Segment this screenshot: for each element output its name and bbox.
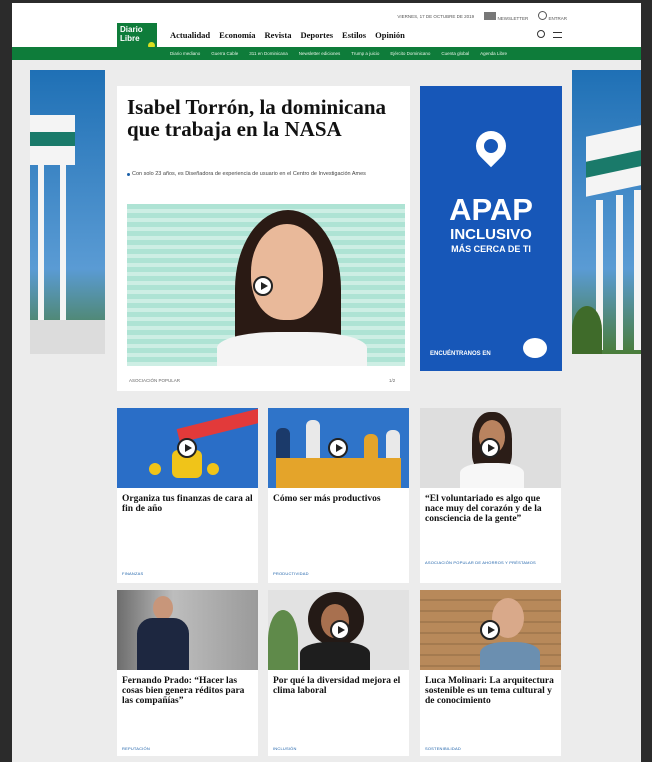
thumb-suit bbox=[137, 618, 189, 670]
card-thumbnail[interactable] bbox=[420, 590, 561, 670]
right-side-banner[interactable] bbox=[572, 70, 641, 354]
nav-item-revista[interactable]: Revista bbox=[265, 30, 292, 40]
hero-photo-face bbox=[251, 224, 323, 320]
card-section[interactable]: PRODUCTIVIDAD bbox=[273, 571, 309, 576]
play-icon[interactable] bbox=[480, 620, 500, 640]
nav-item-economia[interactable]: Economía bbox=[219, 30, 255, 40]
thumb-shirt bbox=[460, 463, 524, 488]
header-date: VIERNES, 17 DE OCTUBRE DE 2019 bbox=[397, 13, 475, 19]
card-title[interactable]: Cómo ser más productivos bbox=[273, 494, 406, 504]
thumb-shirt bbox=[300, 642, 370, 670]
play-icon[interactable] bbox=[480, 438, 500, 458]
login-link[interactable]: ENTRAR bbox=[538, 11, 567, 21]
ad-brand: APAP bbox=[449, 192, 533, 227]
hero-title[interactable]: Isabel Torrón, la dominicana que trabaja… bbox=[127, 96, 407, 140]
trending-bar: Diario mediano Guerra Cable 311 en Domin… bbox=[12, 47, 641, 60]
ad-cta: ENCUÉNTRANOS EN bbox=[430, 351, 491, 357]
card-section[interactable]: REPUTACIÓN bbox=[122, 746, 150, 751]
nav-item-actualidad[interactable]: Actualidad bbox=[170, 30, 210, 40]
card-thumbnail[interactable] bbox=[268, 408, 409, 488]
left-side-banner[interactable] bbox=[30, 70, 105, 354]
play-icon[interactable] bbox=[330, 620, 350, 640]
building-stripe bbox=[30, 132, 75, 146]
card-title[interactable]: “El voluntariado es algo que nace muy de… bbox=[425, 494, 558, 524]
nav-item-opinion[interactable]: Opinión bbox=[375, 30, 405, 40]
newsletter-link[interactable]: NEWSLETTER bbox=[484, 11, 529, 21]
hero-article[interactable]: Isabel Torrón, la dominicana que trabaja… bbox=[117, 86, 410, 391]
ad-line-inclusivo: INCLUSIVO bbox=[450, 226, 532, 243]
trending-item[interactable]: Agenda Libre bbox=[480, 51, 507, 56]
trending-item[interactable]: Newsletter ediciones bbox=[299, 51, 341, 56]
play-icon[interactable] bbox=[177, 438, 197, 458]
newsletter-label: NEWSLETTER bbox=[497, 15, 529, 21]
nav-item-estilos[interactable]: Estilos bbox=[342, 30, 366, 40]
mail-icon bbox=[484, 11, 497, 20]
card-thumbnail[interactable] bbox=[117, 408, 258, 488]
thumb-table bbox=[276, 458, 401, 488]
card-thumbnail[interactable] bbox=[117, 590, 258, 670]
building-base bbox=[30, 320, 105, 354]
thumb-plant bbox=[268, 610, 298, 670]
search-icon[interactable] bbox=[537, 30, 545, 38]
article-card[interactable]: “El voluntariado es algo que nace muy de… bbox=[420, 408, 561, 583]
logo-line1: Diario bbox=[120, 25, 143, 34]
hero-subtitle: Con solo 23 años, es Diseñadora de exper… bbox=[127, 171, 402, 178]
card-section[interactable]: FINANZAS bbox=[122, 571, 143, 576]
trending-item[interactable]: Ejército Dominicano bbox=[390, 51, 430, 56]
waze-icon bbox=[523, 338, 547, 358]
card-section[interactable]: ASOCIACIÓN POPULAR DE AHORROS Y PRÉSTAMO… bbox=[425, 560, 555, 566]
card-thumbnail[interactable] bbox=[420, 408, 561, 488]
nav-item-deportes[interactable]: Deportes bbox=[300, 30, 333, 40]
play-icon[interactable] bbox=[253, 276, 273, 296]
thumb-coin bbox=[149, 463, 161, 475]
card-title[interactable]: Luca Molinari: La arquitectura sostenibl… bbox=[425, 676, 558, 706]
trending-item[interactable]: Trump a juicio bbox=[351, 51, 379, 56]
article-card[interactable]: Fernando Prado: “Hacer las cosas bien ge… bbox=[117, 590, 258, 756]
building-column bbox=[616, 195, 623, 350]
hero-image[interactable] bbox=[127, 204, 405, 366]
palm-trees bbox=[572, 306, 602, 354]
thumb-person bbox=[306, 420, 320, 458]
trending-item[interactable]: Cuenta global bbox=[441, 51, 469, 56]
utility-bar: VIERNES, 17 DE OCTUBRE DE 2019 NEWSLETTE… bbox=[397, 11, 567, 21]
menu-icon[interactable] bbox=[553, 32, 562, 38]
login-label: ENTRAR bbox=[548, 16, 567, 21]
play-icon[interactable] bbox=[328, 438, 348, 458]
hero-pagination: 1/2 bbox=[389, 378, 396, 383]
thumb-person bbox=[364, 434, 378, 458]
card-title[interactable]: Por qué la diversidad mejora el clima la… bbox=[273, 676, 406, 696]
card-thumbnail[interactable] bbox=[268, 590, 409, 670]
hero-photo-shirt bbox=[217, 332, 367, 366]
apap-ad[interactable]: APAP INCLUSIVO MÁS CERCA DE TI ENCUÉNTRA… bbox=[420, 86, 562, 371]
article-card[interactable]: Cómo ser más productivos PRODUCTIVIDAD bbox=[268, 408, 409, 583]
thumb-coin bbox=[207, 463, 219, 475]
thumb-person bbox=[386, 430, 400, 458]
article-card[interactable]: Por qué la diversidad mejora el clima la… bbox=[268, 590, 409, 756]
article-card[interactable]: Organiza tus finanzas de cara al fin de … bbox=[117, 408, 258, 583]
card-section[interactable]: SOSTENIBILIDAD bbox=[425, 746, 461, 751]
trending-item[interactable]: 311 en Dominicana bbox=[249, 51, 287, 56]
thumb-face bbox=[153, 596, 173, 620]
thumb-shirt bbox=[480, 642, 540, 670]
site-header: Diario Libre Actualidad Economía Revista… bbox=[12, 3, 641, 51]
trending-item[interactable]: Diario mediano bbox=[170, 51, 200, 56]
page-frame: Diario Libre Actualidad Economía Revista… bbox=[12, 3, 641, 762]
card-title[interactable]: Fernando Prado: “Hacer las cosas bien ge… bbox=[122, 676, 255, 706]
thumb-person bbox=[276, 428, 290, 458]
card-section[interactable]: INCLUSIÓN bbox=[273, 746, 297, 751]
user-icon bbox=[538, 11, 548, 20]
card-title[interactable]: Organiza tus finanzas de cara al fin de … bbox=[122, 494, 255, 514]
main-nav: Actualidad Economía Revista Deportes Est… bbox=[170, 30, 405, 40]
location-pin-icon bbox=[469, 124, 513, 168]
ad-tagline: MÁS CERCA DE TI bbox=[451, 244, 531, 254]
hero-section-label[interactable]: ASOCIACIÓN POPULAR bbox=[129, 378, 180, 383]
article-card[interactable]: Luca Molinari: La arquitectura sostenibl… bbox=[420, 590, 561, 756]
trending-item[interactable]: Guerra Cable bbox=[211, 51, 238, 56]
building-column bbox=[634, 190, 641, 350]
